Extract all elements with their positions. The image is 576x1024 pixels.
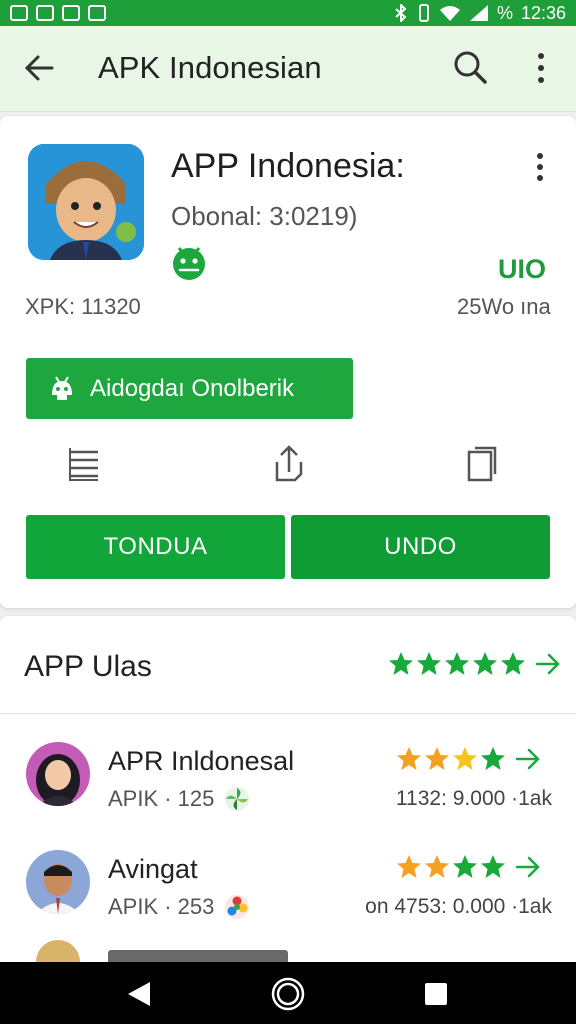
system-nav-bar	[0, 962, 576, 1024]
list-item[interactable]: APR Inldonesal APIK · 125 1132: 9.000 ·1…	[0, 742, 576, 822]
arrow-right-icon[interactable]	[514, 745, 542, 773]
star-icon	[397, 747, 421, 770]
action-icon-row	[0, 444, 576, 486]
app-icon[interactable]	[28, 144, 144, 260]
app-detail-card: APP Indonesia: Obonal: 3:0219) UIO XPK: …	[0, 116, 576, 608]
avatar	[26, 742, 90, 806]
search-icon[interactable]	[452, 49, 488, 87]
nav-back-icon[interactable]	[126, 980, 152, 1008]
primary-button-row: TONDUA UNDO	[26, 515, 550, 579]
arrow-left-icon[interactable]	[22, 50, 56, 86]
list-item-rating	[396, 850, 542, 884]
star-icon	[453, 747, 477, 770]
more-vert-icon[interactable]	[530, 152, 550, 182]
star-icon	[425, 855, 449, 878]
list-item-rating	[396, 742, 542, 776]
avatar	[26, 850, 90, 914]
star-icon	[473, 652, 497, 675]
app-meta: Obonal: 3:0219)	[171, 201, 358, 231]
pinwheel-icon	[225, 787, 250, 811]
list-item-sub: APIK · 253	[108, 894, 250, 920]
list-item-sub-text: APIK · 125	[108, 786, 215, 811]
star-icon	[425, 747, 449, 770]
rating-stars	[396, 746, 506, 772]
status-bar: % 12:36	[0, 0, 576, 26]
list-item-count: 1132: 9.000 ·1ak	[395, 787, 552, 810]
image-icon	[88, 5, 106, 21]
apk-size: XPK: 11320	[25, 294, 141, 319]
nav-recents-icon[interactable]	[424, 982, 448, 1006]
wifi-icon	[439, 6, 460, 21]
rating-stars	[396, 854, 506, 880]
star-icon	[481, 855, 505, 878]
star-icon	[389, 652, 413, 675]
star-icon	[481, 747, 505, 770]
android-icon	[173, 247, 205, 280]
list-item-sub: APIK · 125	[108, 786, 250, 812]
status-left-icons	[10, 5, 106, 21]
download-count: 25Wo ına	[457, 294, 551, 319]
android-icon	[52, 375, 72, 400]
app-name: APP Indonesia:	[171, 147, 405, 185]
star-icon	[417, 652, 441, 675]
nav-home-icon[interactable]	[271, 977, 305, 1011]
signal-icon	[469, 5, 488, 21]
star-icon	[397, 855, 421, 878]
list-icon[interactable]	[67, 444, 101, 484]
list-item-name: APR Inldonesal	[108, 746, 295, 776]
b-icon	[36, 5, 54, 21]
install-button[interactable]: Aidogdaı Onolberik	[26, 358, 353, 419]
app-bar: APK Indonesian	[0, 26, 576, 112]
app-tag: UIO	[498, 254, 547, 284]
undo-button[interactable]: UNDO	[291, 515, 550, 579]
page-title: APK Indonesian	[98, 50, 322, 85]
flower-icon	[225, 895, 250, 919]
star-icon	[445, 652, 469, 675]
battery-indicator: %	[496, 2, 513, 23]
arrow-right-icon[interactable]	[534, 650, 562, 678]
list-item[interactable]: Avingat APIK · 253 on 4753: 0.000 ·1ak	[0, 850, 576, 930]
tondua-button[interactable]: TONDUA	[26, 515, 285, 579]
bluetooth-icon	[395, 4, 407, 22]
list-item-sub-text: APIK · 253	[108, 894, 215, 919]
share-icon[interactable]	[272, 444, 306, 484]
reviews-section: APP Ulas APR Inldonesal APIK · 125 1132:…	[0, 616, 576, 966]
star-icon	[501, 652, 525, 675]
copy-icon[interactable]	[465, 444, 499, 484]
install-button-label: Aidogdaı Onolberik	[90, 374, 295, 402]
vibrate-icon	[418, 4, 429, 22]
more-vert-icon[interactable]	[530, 51, 552, 85]
b-icon	[62, 5, 80, 21]
status-time: 12:36	[520, 2, 566, 23]
status-right-icons: % 12:36	[393, 3, 566, 24]
gallery-icon	[10, 5, 28, 21]
reviews-title: APP Ulas	[24, 650, 152, 683]
rating-stars	[388, 651, 526, 677]
list-item-partial	[0, 938, 576, 962]
list-item-name: Avingat	[108, 854, 198, 884]
list-item-count: on 4753: 0.000 ·1ak	[365, 895, 552, 918]
star-icon	[453, 855, 477, 878]
divider	[0, 713, 576, 714]
arrow-right-icon[interactable]	[514, 853, 542, 881]
reviews-rating[interactable]	[388, 646, 562, 682]
